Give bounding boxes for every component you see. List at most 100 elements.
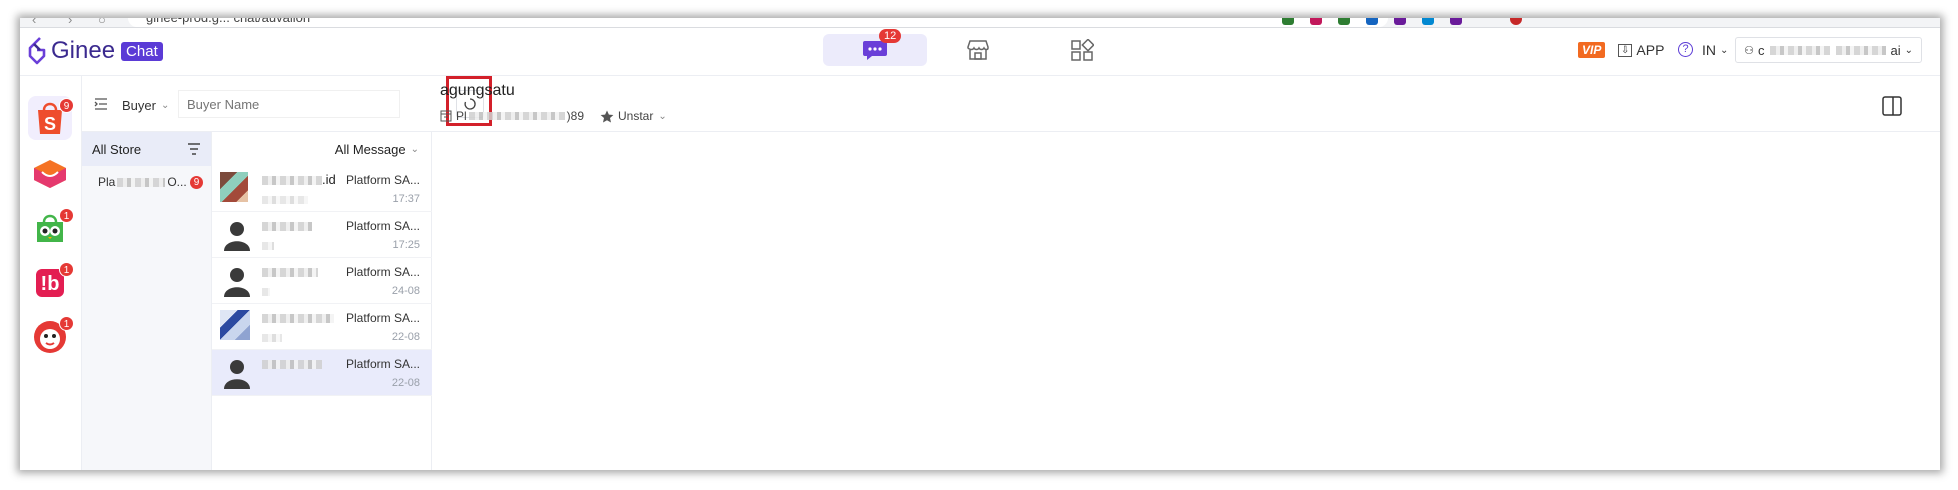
chat-message-area[interactable] bbox=[432, 132, 1940, 470]
ginee-logo[interactable]: Ginee Chat bbox=[26, 36, 163, 66]
platform-badge: 1 bbox=[59, 316, 74, 331]
language-selector[interactable]: IN ⌄ bbox=[1702, 42, 1728, 58]
conversation-row[interactable]: Platform SA... 17:25 bbox=[212, 212, 432, 258]
extension-icon[interactable] bbox=[1422, 18, 1434, 25]
apps-grid-icon bbox=[1071, 39, 1094, 61]
store-label: Platform SA... bbox=[345, 357, 420, 371]
chevron-down-icon: ⌄ bbox=[1904, 44, 1913, 56]
conversation-list: All Message ⌄ .id Platform SA... 17:37 P… bbox=[212, 132, 432, 470]
nav-chat[interactable]: 12 bbox=[823, 29, 927, 66]
chevron-down-icon: ⌄ bbox=[658, 110, 667, 122]
message-preview bbox=[262, 283, 270, 301]
buyer-name: .id bbox=[262, 172, 342, 187]
svg-text:S: S bbox=[44, 114, 56, 134]
unread-count-badge: 12 bbox=[879, 29, 902, 43]
lazada-icon bbox=[34, 160, 66, 188]
store-label: Platform SA... bbox=[345, 173, 420, 187]
brand-name: Ginee bbox=[51, 37, 116, 64]
redacted-text bbox=[262, 333, 282, 342]
chevron-down-icon: ⌄ bbox=[160, 99, 170, 111]
platform-bukalapak[interactable]: !b 1 bbox=[28, 260, 74, 304]
store-label: Platform SA... bbox=[345, 311, 420, 325]
store-panel: All Store Pla O... 9 bbox=[82, 132, 212, 470]
all-store-filter[interactable]: All Store bbox=[82, 132, 211, 166]
buyer-name bbox=[262, 218, 342, 233]
platform-badge: 1 bbox=[59, 208, 74, 223]
app-download-link[interactable]: ⇩ APP bbox=[1618, 42, 1664, 58]
platform-shopee[interactable]: S 9 bbox=[28, 96, 74, 140]
conversation-row[interactable]: .id Platform SA... 17:37 bbox=[212, 166, 432, 212]
redacted-text bbox=[262, 268, 318, 278]
chat-header: agungsatu Pl )89 Unstar ⌄ bbox=[432, 76, 1940, 132]
redacted-text bbox=[262, 360, 322, 370]
forward-icon[interactable]: › bbox=[68, 18, 72, 27]
help-icon[interactable]: ? bbox=[1678, 42, 1693, 57]
store-unread-badge: 9 bbox=[190, 176, 203, 189]
avatar bbox=[220, 172, 248, 202]
store-item[interactable]: Pla O... 9 bbox=[82, 166, 211, 198]
redacted-text bbox=[1770, 45, 1831, 55]
vip-badge[interactable]: VIP bbox=[1578, 42, 1606, 58]
reload-icon[interactable]: ○ bbox=[98, 18, 106, 27]
extension-icon[interactable] bbox=[1450, 18, 1462, 25]
star-toggle[interactable]: Unstar ⌄ bbox=[600, 109, 667, 123]
collapse-menu-icon[interactable] bbox=[94, 98, 108, 110]
redacted-text bbox=[117, 177, 166, 187]
address-bar[interactable]: ginee-prod.g... chat/auvalion bbox=[128, 18, 1388, 27]
chevron-down-icon: ⌄ bbox=[410, 143, 419, 155]
extension-icon[interactable] bbox=[1394, 18, 1406, 25]
app-window: ‹ › ○ ginee-prod.g... chat/auvalion Gine… bbox=[20, 18, 1940, 470]
platform-blibli[interactable]: 1 bbox=[28, 314, 74, 358]
platform-lazada[interactable] bbox=[28, 152, 72, 196]
star-icon bbox=[600, 110, 614, 122]
conversation-row[interactable]: Platform SA... 24-08 bbox=[212, 258, 432, 304]
extension-icon[interactable] bbox=[1338, 18, 1350, 25]
extension-icon[interactable] bbox=[1366, 18, 1378, 25]
nav-apps[interactable] bbox=[1030, 34, 1134, 66]
message-time: 24-08 bbox=[391, 285, 420, 297]
back-icon[interactable]: ‹ bbox=[32, 18, 36, 27]
buyer-name bbox=[262, 356, 342, 371]
extension-icon[interactable] bbox=[1310, 18, 1322, 25]
redacted-text bbox=[262, 314, 334, 324]
app-header: Ginee Chat 12 VIP ⇩ APP ? IN ⌄ ⚇ c ai ⌄ bbox=[20, 28, 1940, 76]
conversation-row-selected[interactable]: Platform SA... 22-08 bbox=[212, 350, 432, 396]
conversation-row[interactable]: Platform SA... 22-08 bbox=[212, 304, 432, 350]
user-menu[interactable]: ⚇ c ai ⌄ bbox=[1735, 37, 1922, 63]
redacted-text bbox=[1836, 45, 1887, 55]
profile-icon[interactable] bbox=[1510, 18, 1522, 25]
download-icon: ⇩ bbox=[1618, 43, 1633, 57]
browser-toolbar: ‹ › ○ ginee-prod.g... chat/auvalion bbox=[20, 18, 1940, 28]
store-icon bbox=[967, 40, 989, 60]
avatar bbox=[220, 310, 250, 340]
platform-tokopedia[interactable]: 1 bbox=[28, 206, 74, 250]
search-type-select[interactable]: Buyer ⌄ bbox=[122, 92, 169, 118]
message-time: 22-08 bbox=[391, 377, 420, 389]
redacted-text bbox=[262, 176, 322, 186]
side-panel-toggle-icon[interactable] bbox=[1882, 96, 1902, 116]
store-label: Platform SA... bbox=[345, 219, 420, 233]
store-label: Platform SA... bbox=[345, 265, 420, 279]
message-time: 17:25 bbox=[392, 239, 420, 251]
platform-badge: 9 bbox=[59, 98, 74, 113]
nav-store[interactable] bbox=[926, 34, 1030, 66]
default-avatar-icon bbox=[224, 268, 250, 297]
default-avatar-icon bbox=[224, 222, 250, 251]
user-icon: ⚇ bbox=[1744, 44, 1754, 57]
ginee-logo-icon bbox=[28, 37, 46, 65]
buyer-search-input[interactable] bbox=[178, 90, 400, 118]
platform-badge: 1 bbox=[59, 262, 74, 277]
default-avatar-icon bbox=[224, 360, 250, 389]
message-preview bbox=[262, 237, 274, 255]
buyer-name bbox=[262, 264, 342, 279]
extension-icon[interactable] bbox=[1282, 18, 1294, 25]
redacted-text bbox=[262, 195, 308, 204]
message-time: 17:37 bbox=[392, 193, 420, 205]
message-filter-select[interactable]: All Message ⌄ bbox=[212, 132, 431, 166]
message-preview bbox=[262, 329, 282, 347]
redacted-text bbox=[262, 222, 312, 232]
store-icon bbox=[440, 110, 452, 122]
filter-icon[interactable] bbox=[187, 143, 201, 155]
message-time: 22-08 bbox=[391, 331, 420, 343]
redacted-text bbox=[262, 241, 274, 250]
